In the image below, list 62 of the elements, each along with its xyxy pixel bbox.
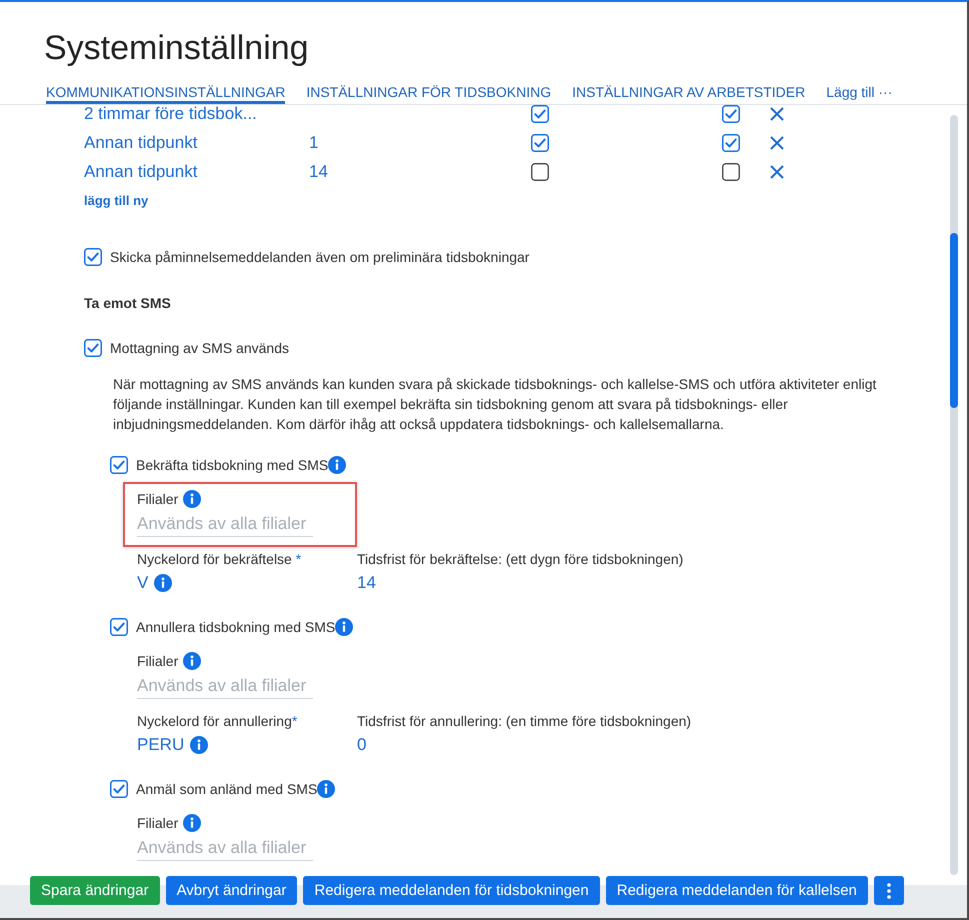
field-label: Nyckelord för annullering* xyxy=(137,712,298,731)
info-icon[interactable] xyxy=(190,736,208,754)
section-heading: Ta emot SMS xyxy=(84,294,172,313)
field-label: Nyckelord för bekräftelse * xyxy=(137,550,302,569)
info-icon[interactable] xyxy=(183,652,202,670)
branch-field[interactable]: Används av alla filialer xyxy=(137,512,313,537)
reminder-time[interactable]: 2 timmar före tidsbok... xyxy=(84,105,309,124)
action-button[interactable]: Spara ändringar xyxy=(30,876,160,905)
reminder-time[interactable]: Annan tidpunkt xyxy=(84,162,309,182)
branch-field[interactable]: Används av alla filialer xyxy=(137,836,313,861)
checkbox-label[interactable]: Bekräfta tidsbokning med SMS xyxy=(136,457,328,473)
checkbox[interactable] xyxy=(722,134,740,152)
keyword-value[interactable]: V xyxy=(137,573,148,593)
more-button[interactable] xyxy=(874,876,904,905)
close-icon[interactable] xyxy=(770,106,784,120)
checkbox[interactable] xyxy=(110,456,128,474)
field-label: Tidsfrist för bekräftelse: (ett dygn före tidsbokningen) xyxy=(357,550,684,569)
branch-field[interactable]: Används av alla filialer xyxy=(137,674,313,699)
close-icon[interactable] xyxy=(770,136,784,150)
field-label: Filialer xyxy=(137,653,178,669)
checkbox-label[interactable]: Annullera tidsbokning med SMS xyxy=(136,619,336,635)
checkbox[interactable] xyxy=(722,162,740,180)
checkbox[interactable] xyxy=(531,162,549,180)
close-icon[interactable] xyxy=(770,164,784,178)
action-button[interactable]: Redigera meddelanden för kallelsen xyxy=(606,876,868,905)
description-text: När mottagning av SMS används kan kunden svara på skickade tidsboknings- och kallelse-SMS och utföra aktiviteter enligt följande inställningar. Kunden kan till exempel bekräfta sin tidsbokning genom att svara på tidsboknings- eller inbjudningsmeddelanden. Kom därför ihåg att också uppdatera tidsboknings- och kallelsemallarna. xyxy=(113,375,878,434)
checkbox[interactable] xyxy=(110,780,128,798)
checkbox[interactable] xyxy=(110,618,128,636)
reminder-value[interactable]: 14 xyxy=(309,162,531,182)
scrollbar-thumb[interactable] xyxy=(950,233,958,408)
checkbox-label[interactable]: Mottagning av SMS används xyxy=(110,340,289,356)
tab[interactable]: INSTÄLLNINGAR AV ARBETSTIDER xyxy=(572,78,806,104)
field-label: Tidsfrist för annullering: (en timme före tidsbokningen) xyxy=(357,712,692,731)
tab[interactable]: INSTÄLLNINGAR FÖR TIDSBOKNING xyxy=(306,78,552,104)
deadline-value[interactable]: 14 xyxy=(357,573,376,593)
reminder-value[interactable]: 1 xyxy=(309,132,531,152)
checkbox-label[interactable]: Anmäl som anländ med SMS xyxy=(136,781,318,797)
action-button[interactable]: Avbryt ändringar xyxy=(166,876,298,905)
checkbox[interactable] xyxy=(722,105,740,122)
info-icon[interactable] xyxy=(317,780,336,798)
tab[interactable]: KOMMUNIKATIONSINSTÄLLNINGAR xyxy=(46,78,286,104)
checkbox[interactable] xyxy=(84,339,102,357)
checkbox[interactable] xyxy=(531,105,549,122)
info-icon[interactable] xyxy=(154,574,172,592)
info-icon[interactable] xyxy=(183,814,202,832)
checkbox[interactable] xyxy=(84,248,102,266)
info-icon[interactable] xyxy=(335,618,354,636)
vertical-dots-icon xyxy=(886,882,891,898)
info-icon[interactable] xyxy=(183,490,202,508)
add-new-link[interactable]: lägg till ny xyxy=(84,191,148,211)
keyword-value[interactable]: PERU xyxy=(137,735,184,755)
scrollbar-track[interactable] xyxy=(950,115,958,875)
info-icon[interactable] xyxy=(328,456,346,474)
page-title: Systeminställning xyxy=(44,28,310,68)
checkbox[interactable] xyxy=(531,134,549,152)
reminder-time[interactable]: Annan tidpunkt xyxy=(84,132,309,152)
add-tab-menu[interactable]: Lägg till ··· xyxy=(826,78,892,104)
checkbox-label[interactable]: Skicka påminnelsemeddelanden även om preliminära tidsbokningar xyxy=(110,249,530,265)
deadline-value[interactable]: 0 xyxy=(357,735,366,755)
action-button[interactable]: Redigera meddelanden för tidsbokningen xyxy=(303,876,600,905)
field-label: Filialer xyxy=(137,815,178,831)
field-label: Filialer xyxy=(137,491,178,507)
